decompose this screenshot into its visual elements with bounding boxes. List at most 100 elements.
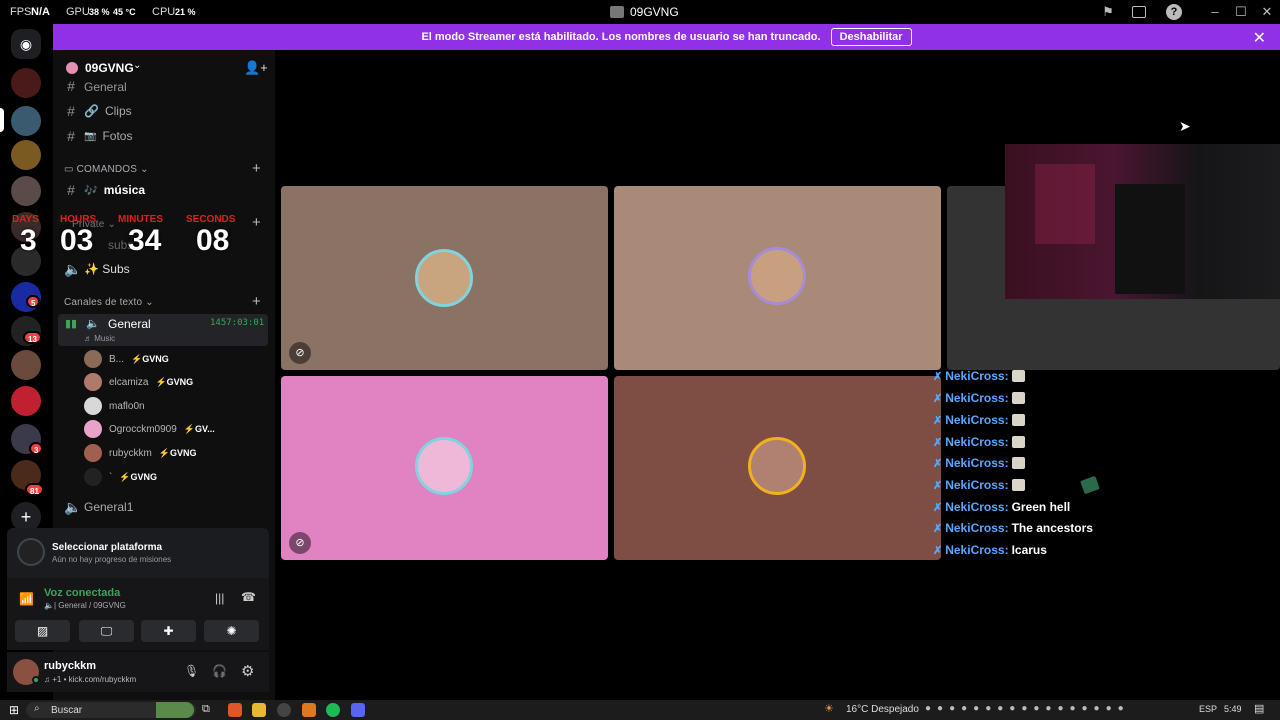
language-indicator[interactable]: ESP	[1199, 704, 1217, 714]
discord-icon[interactable]	[351, 703, 365, 717]
participant-tile[interactable]	[614, 186, 941, 370]
chat-text: Green hell	[1011, 500, 1071, 514]
chat-username: NekiCross:	[945, 413, 1009, 427]
minimize-icon[interactable]: –	[1207, 4, 1223, 20]
voice-member[interactable]: Ogrocckm0909 ⚡GV...	[84, 419, 215, 439]
participant-tile[interactable]	[614, 376, 941, 560]
cpu-label: CPU	[152, 6, 176, 18]
camera-off-icon: ⊘	[289, 532, 311, 554]
category-comandos[interactable]: ▭ COMANDOS ⌄	[64, 164, 149, 175]
folder-icon[interactable]	[252, 703, 266, 717]
spotify-icon[interactable]	[326, 703, 340, 717]
notification-badge: 5	[26, 295, 41, 308]
voice-status[interactable]: Voz conectada	[44, 587, 120, 599]
avatar	[748, 437, 806, 495]
guild-name: 09GVNG	[85, 61, 134, 75]
server-icon[interactable]	[11, 106, 41, 136]
server-icon[interactable]	[11, 68, 41, 98]
sword-icon: ✗	[933, 457, 943, 470]
voice-channel-info[interactable]: 🔈| General / 09GVNG	[44, 601, 126, 610]
muted-icon: ⊘	[289, 342, 311, 364]
voice-member[interactable]: ` ⚡GVNG	[84, 467, 157, 487]
chat-username: NekiCross:	[945, 435, 1009, 449]
headphones-icon[interactable]: 🎧	[212, 664, 227, 678]
fps-label: FPS	[10, 6, 32, 18]
webcam-chair	[1115, 184, 1185, 294]
quest-panel[interactable]: Seleccionar plataforma Aún no hay progre…	[7, 528, 269, 578]
windows-start-icon[interactable]: ⊞	[9, 703, 19, 717]
taskbar-search[interactable]: ⌕ Buscar	[26, 702, 196, 718]
task-view-icon[interactable]: ⧉	[202, 703, 210, 716]
channel-musica[interactable]: # 🎶 música	[64, 179, 145, 201]
channel-general-partial[interactable]: # General	[64, 80, 127, 94]
channel-fotos[interactable]: # 📷 Fotos	[64, 125, 132, 147]
channel-general1[interactable]: 🔈 General1	[64, 496, 133, 518]
avatar	[415, 437, 473, 495]
brave-icon[interactable]	[228, 703, 242, 717]
noise-suppression-icon[interactable]: |||	[215, 591, 224, 605]
voice-member[interactable]: elcamiza ⚡GVNG	[84, 372, 193, 392]
search-icon: ⌕	[34, 703, 40, 714]
channel-label: ✨ Subs	[84, 262, 130, 276]
channel-general-voice[interactable]: ▮▮ 🔈 General 1457:03:01 ♬ Music	[58, 314, 268, 346]
webcam-light	[1035, 164, 1095, 244]
chat-message: ✗ NekiCross: Green hell	[933, 500, 1070, 514]
maximize-icon[interactable]: ☐	[1233, 4, 1249, 20]
sword-icon: ✗	[933, 370, 943, 383]
inbox-icon[interactable]: ⚑	[1100, 4, 1116, 20]
guild-icon	[66, 62, 78, 74]
server-icon[interactable]	[11, 386, 41, 416]
chat-message: ✗ NekiCross:	[933, 391, 1025, 405]
channel-label: Clips	[104, 104, 132, 118]
seconds-value: 08	[196, 224, 230, 257]
weather-text[interactable]: 16°C Despejado	[846, 704, 919, 715]
chat-username: NekiCross:	[945, 478, 1009, 492]
add-channel-icon[interactable]: +	[252, 293, 261, 310]
chat-text: Icarus	[1011, 543, 1047, 557]
voice-member[interactable]: maflo0n	[84, 396, 152, 416]
help-icon[interactable]: ?	[1166, 4, 1182, 20]
screen-share-button[interactable]: 🖵	[79, 620, 134, 642]
microphone-icon[interactable]: 🎙	[184, 664, 199, 678]
sword-icon: ✗	[933, 479, 943, 492]
emote-icon	[1011, 479, 1025, 491]
gear-icon[interactable]: ⚙	[241, 662, 254, 680]
category-texto[interactable]: Canales de texto ⌄	[64, 297, 154, 308]
member-name: Ogrocckm0909	[109, 423, 177, 435]
disconnect-icon[interactable]: ☎	[241, 590, 256, 604]
screen-share-icon[interactable]	[1132, 6, 1146, 18]
app-icon[interactable]	[302, 703, 316, 717]
avatar	[84, 420, 102, 438]
close-window-icon[interactable]: ✕	[1259, 4, 1275, 20]
invite-user-icon[interactable]: 👤+	[244, 60, 268, 76]
username[interactable]: rubyckkm	[44, 660, 96, 672]
member-name: elcamiza	[109, 376, 149, 388]
banner-close-icon[interactable]: ✕	[1253, 28, 1266, 48]
voice-activity-icon: ▮▮	[65, 318, 78, 330]
channel-clips[interactable]: # 🔗 Clips	[64, 100, 132, 122]
server-icon[interactable]	[11, 176, 41, 206]
add-channel-icon[interactable]: +	[252, 160, 261, 177]
app-icon[interactable]	[277, 703, 291, 717]
participant-tile[interactable]: ⊘	[281, 186, 608, 370]
clock[interactable]: 5:49	[1224, 704, 1242, 714]
hours-value: 03	[60, 224, 94, 257]
notification-icon[interactable]: ▤	[1254, 702, 1264, 715]
system-tray-icons[interactable]: ●●●●●●●●●●●●●●●●●	[925, 703, 1130, 714]
participant-tile[interactable]: ⊘	[281, 376, 608, 560]
disable-streamer-button[interactable]: Deshabilitar	[830, 28, 912, 46]
add-channel-icon[interactable]: +	[252, 214, 261, 231]
discord-home-icon[interactable]: ◉	[11, 29, 41, 59]
channel-subs-voice[interactable]: 🔈 ✨ Subs	[64, 258, 130, 280]
hash-icon: #	[67, 103, 75, 119]
server-icon[interactable]	[11, 350, 41, 380]
activities-button[interactable]: ✚	[141, 620, 196, 642]
server-icon[interactable]	[11, 140, 41, 170]
camera-icon: 📷	[84, 130, 97, 142]
chat-username: NekiCross:	[945, 500, 1009, 514]
camera-toggle-button[interactable]: ▨	[15, 620, 70, 642]
folder-icon: ▭	[64, 164, 74, 175]
voice-member[interactable]: B... ⚡GVNG	[84, 349, 169, 369]
voice-member[interactable]: rubyckkm ⚡GVNG	[84, 443, 197, 463]
soundboard-button[interactable]: ✺	[204, 620, 259, 642]
